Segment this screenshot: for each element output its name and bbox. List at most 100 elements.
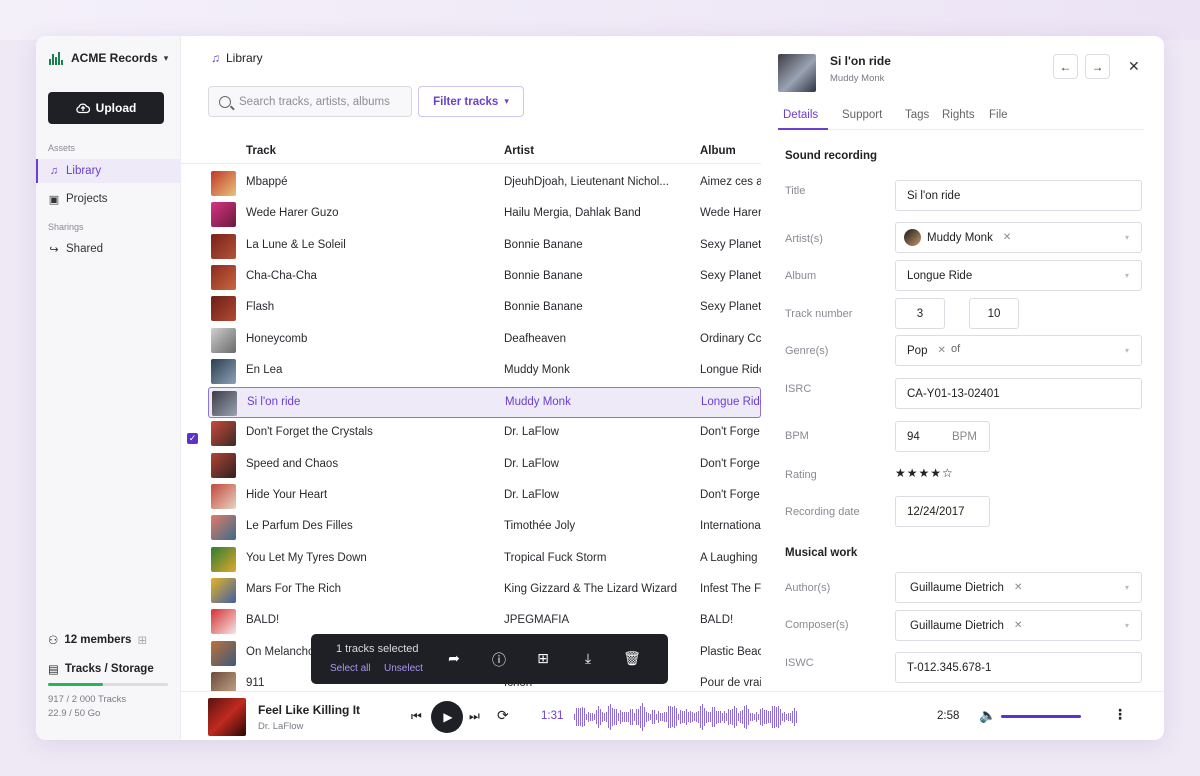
- search-input[interactable]: Search tracks, artists, albums: [208, 86, 412, 117]
- details-panel: Si l'on ride Muddy Monk ← → ✕ Details Su…: [761, 36, 1164, 691]
- volume-slider[interactable]: [1001, 715, 1081, 718]
- tab-details[interactable]: Details: [783, 109, 818, 121]
- remove-chip-icon[interactable]: ✕: [937, 345, 945, 356]
- info-icon[interactable]: ⓘ: [490, 650, 508, 670]
- column-header-album[interactable]: Album: [700, 145, 736, 157]
- rating-stars[interactable]: ★★★★☆: [895, 466, 954, 480]
- arrow-right-icon: →: [1091, 59, 1104, 74]
- table-row[interactable]: La Lune & Le Soleil Bonnie Banane Sexy Pla…: [208, 231, 761, 262]
- sidebar-item-projects[interactable]: ▣ Projects: [36, 187, 181, 211]
- album-thumbnail: [211, 202, 236, 228]
- iswc-field[interactable]: T-012.345.678-1: [895, 652, 1142, 683]
- artist-name: JPEGMAFIA: [504, 614, 570, 627]
- filter-tracks-button[interactable]: Filter tracks ▾: [418, 86, 524, 117]
- sidebar-item-label: Shared: [66, 243, 104, 255]
- label-iswc: ISWC: [785, 657, 814, 669]
- column-header-track[interactable]: Track: [246, 145, 276, 157]
- trash-icon[interactable]: 🗑: [623, 650, 641, 667]
- table-row[interactable]: Don't Forget the Crystals Dr. LaFlow Don't…: [208, 418, 761, 449]
- remove-chip-icon[interactable]: ✕: [1014, 582, 1022, 593]
- current-time: 1:31: [541, 710, 564, 722]
- sidebar-item-library[interactable]: ♫ Library: [36, 159, 181, 183]
- selection-toolbar: 1 tracks selected Select all Unselect ➦ …: [311, 634, 668, 684]
- remove-chip-icon[interactable]: ✕: [1014, 620, 1022, 631]
- tab-file[interactable]: File: [989, 109, 1008, 121]
- album-field[interactable]: Longue Ride ▾: [895, 260, 1142, 291]
- storage-link[interactable]: ▤ Tracks / Storage: [48, 662, 154, 676]
- label-authors: Author(s): [785, 582, 831, 594]
- track-name: Honeycomb: [246, 332, 308, 345]
- table-row[interactable]: En Lea Muddy Monk Longue Ride: [208, 356, 761, 387]
- skip-back-icon[interactable]: ⏮: [411, 709, 422, 724]
- unselect-link[interactable]: Unselect: [384, 663, 423, 674]
- tab-support[interactable]: Support: [842, 109, 882, 121]
- background-band: [0, 0, 1200, 40]
- label-track-number: Track number: [785, 308, 853, 320]
- album-name: A Laughing: [700, 551, 758, 564]
- isrc-field[interactable]: CA-Y01-13-02401: [895, 378, 1142, 409]
- add-member-icon[interactable]: ⊞: [137, 633, 147, 647]
- label-artists: Artist(s): [785, 233, 823, 245]
- bpm-field[interactable]: 94 BPM: [895, 421, 990, 452]
- sidebar-item-shared[interactable]: ↪ Shared: [36, 237, 181, 261]
- tab-rights[interactable]: Rights: [942, 109, 975, 121]
- row-checkbox[interactable]: ✓: [187, 433, 198, 444]
- album-name: Sexy Planet: [700, 269, 761, 282]
- track-name: Flash: [246, 301, 275, 314]
- table-row[interactable]: Hide Your Heart Dr. LaFlow Don't Forge: [208, 481, 761, 512]
- section-title-musical-work: Musical work: [785, 547, 858, 559]
- tracks-usage-text: 917 / 2 000 Tracks: [48, 694, 127, 705]
- label-rating: Rating: [785, 469, 817, 481]
- table-row[interactable]: Si l'on ride Muddy Monk Longue Ride: [208, 387, 762, 419]
- add-to-folder-icon[interactable]: ⊞: [534, 650, 552, 667]
- tab-tags[interactable]: Tags: [905, 109, 929, 121]
- chevron-down-icon: ▾: [1124, 621, 1129, 630]
- track-total-input[interactable]: 10: [969, 298, 1019, 329]
- select-all-link[interactable]: Select all: [330, 663, 371, 674]
- composers-field[interactable]: Guillaume Dietrich ✕ ▾: [895, 610, 1142, 641]
- waveform[interactable]: [574, 701, 799, 733]
- table-row[interactable]: Honeycomb Deafheaven Ordinary Cc: [208, 325, 761, 356]
- table-row[interactable]: Mars For The Rich King Gizzard & The Liza…: [208, 575, 761, 606]
- remove-chip-icon[interactable]: ✕: [1003, 232, 1011, 243]
- table-row[interactable]: Mbappé DjeuhDjoah, Lieutenant Nichol... Ai…: [208, 168, 761, 199]
- next-button[interactable]: →: [1085, 54, 1110, 79]
- repeat-icon[interactable]: ⟳: [497, 707, 509, 724]
- skip-forward-icon[interactable]: ⏭: [469, 709, 480, 724]
- recording-date-field[interactable]: 12/24/2017: [895, 496, 990, 527]
- album-name: Ordinary Cc: [700, 332, 761, 345]
- column-header-artist[interactable]: Artist: [504, 145, 534, 157]
- table-row[interactable]: Speed and Chaos Dr. LaFlow Don't Forge: [208, 450, 761, 481]
- duration: 2:58: [937, 710, 960, 722]
- more-options-icon[interactable]: ⋮: [1113, 706, 1127, 723]
- share-icon[interactable]: ➦: [445, 650, 463, 667]
- artist-name: Dr. LaFlow: [504, 457, 559, 470]
- table-row[interactable]: Le Parfum Des Filles Timothée Joly Interna…: [208, 512, 761, 543]
- table-row[interactable]: Cha-Cha-Cha Bonnie Banane Sexy Planet: [208, 262, 761, 293]
- workspace-switcher[interactable]: ACME Records ▾: [49, 49, 168, 67]
- upload-button[interactable]: Upload: [48, 92, 164, 124]
- table-row[interactable]: Flash Bonnie Banane Sexy Planet: [208, 293, 761, 324]
- members-link[interactable]: ⚇ 12 members ⊞: [48, 633, 147, 647]
- search-icon: [219, 95, 231, 108]
- previous-button[interactable]: ←: [1053, 54, 1078, 79]
- now-playing-artist: Dr. LaFlow: [258, 721, 304, 732]
- track-name: Le Parfum Des Filles: [246, 520, 353, 533]
- table-row[interactable]: BALD! JPEGMAFIA BALD!: [208, 606, 761, 637]
- download-icon[interactable]: ⤓: [579, 650, 597, 667]
- title-field[interactable]: Si l'on ride: [895, 180, 1142, 211]
- authors-field[interactable]: Guillaume Dietrich ✕ ▾: [895, 572, 1142, 603]
- artists-field[interactable]: Muddy Monk ✕ ▾: [895, 222, 1142, 253]
- track-name: BALD!: [246, 614, 280, 627]
- album-name: Don't Forge: [700, 426, 760, 439]
- genres-field[interactable]: Pop ✕ ▾: [895, 335, 1142, 366]
- sidebar-item-label: Projects: [66, 193, 108, 205]
- volume-icon[interactable]: 🔈: [979, 707, 996, 724]
- artist-name: Bonnie Banane: [504, 238, 583, 251]
- close-icon[interactable]: ✕: [1128, 58, 1140, 75]
- app-window: ACME Records ▾ Upload Assets ♫ Library ▣…: [36, 36, 1164, 740]
- track-number-input[interactable]: 3: [895, 298, 945, 329]
- table-row[interactable]: Wede Harer Guzo Hailu Mergia, Dahlak Band…: [208, 199, 761, 230]
- play-button[interactable]: ▶: [431, 701, 463, 733]
- table-row[interactable]: You Let My Tyres Down Tropical Fuck Storm…: [208, 544, 761, 575]
